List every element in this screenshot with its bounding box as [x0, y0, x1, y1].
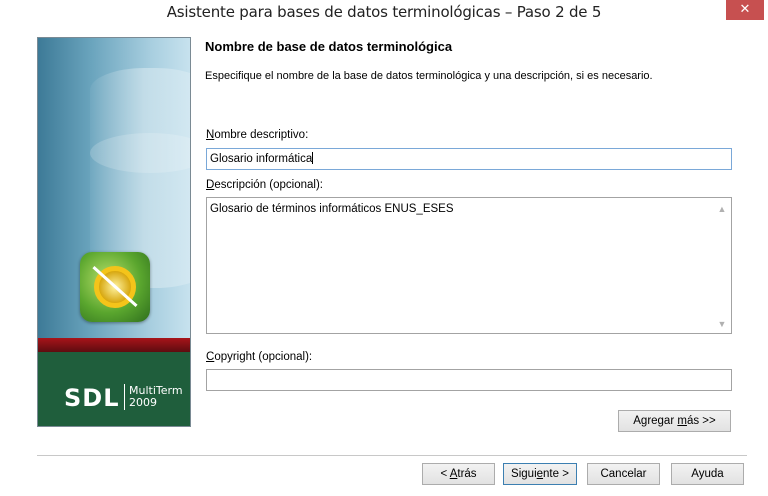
- wizard-dialog: SDL MultiTerm 2009 Nombre de base de dat…: [0, 25, 768, 496]
- name-input[interactable]: Glosario informática: [206, 148, 732, 170]
- next-button[interactable]: Siguiente >: [503, 463, 577, 485]
- window-title: Asistente para bases de datos terminológ…: [166, 3, 602, 21]
- page-subtitle: Especifique el nombre de la base de dato…: [205, 70, 653, 82]
- add-more-button[interactable]: Agregar más >>: [618, 410, 731, 432]
- copyright-input[interactable]: [206, 369, 732, 391]
- cancel-button[interactable]: Cancelar: [587, 463, 660, 485]
- copyright-label: Copyright (opcional):: [206, 351, 313, 363]
- product-version: 2009: [129, 396, 157, 409]
- help-button[interactable]: Ayuda: [671, 463, 744, 485]
- scroll-up-icon[interactable]: ▲: [717, 204, 727, 214]
- footer-divider: [37, 455, 747, 456]
- name-label: Nombre descriptivo:: [206, 129, 309, 141]
- page-title: Nombre de base de datos terminológica: [205, 39, 453, 54]
- description-textarea[interactable]: Glosario de términos informáticos ENUS_E…: [206, 197, 732, 334]
- text-caret: [312, 152, 314, 164]
- scroll-down-icon[interactable]: ▼: [717, 319, 727, 329]
- title-bar: Asistente para bases de datos terminológ…: [0, 0, 768, 25]
- back-button[interactable]: < Atrás: [422, 463, 495, 485]
- description-label: Descripción (opcional):: [206, 179, 323, 191]
- sdl-brand-logo: SDL: [64, 384, 120, 412]
- close-button[interactable]: ✕: [726, 0, 764, 20]
- multiterm-logo-icon: [80, 252, 150, 322]
- wizard-banner-image: SDL MultiTerm 2009: [37, 37, 191, 427]
- close-icon: ✕: [739, 2, 751, 17]
